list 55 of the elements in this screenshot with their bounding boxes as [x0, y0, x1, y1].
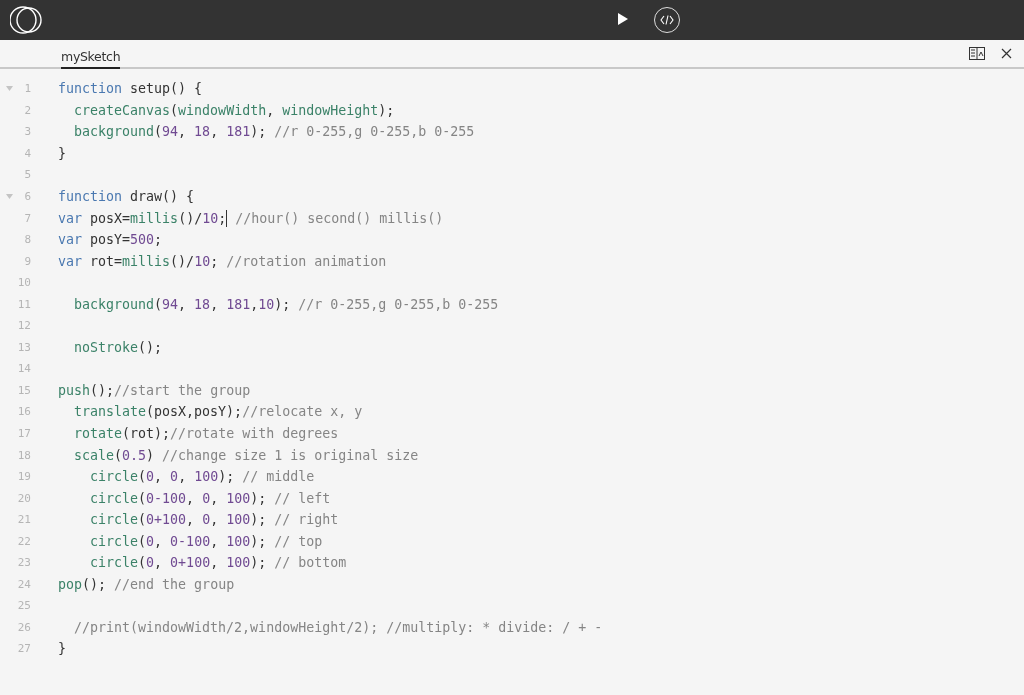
code-line: scale(0.5) //change size 1 is original size — [73, 447, 419, 463]
line-number: 5 — [23, 168, 31, 182]
code-line: createCanvas(windowWidth, windowHeight); — [73, 102, 395, 118]
code-line: pop(); //end the group — [58, 576, 235, 592]
line-number: 12 — [16, 319, 31, 333]
line-number: 1 — [23, 82, 31, 96]
line-number: 22 — [16, 534, 31, 548]
code-line: //print(windowWidth/2,windowHeight/2); //multiply: * divide: / + - — [73, 619, 603, 635]
code-line: circle(0, 0+100, 100); // bottom — [89, 555, 347, 571]
line-number: 11 — [16, 297, 31, 311]
line-number: 3 — [23, 125, 31, 139]
file-tab[interactable]: mySketch — [61, 49, 121, 69]
line-number: 15 — [16, 383, 31, 397]
code-line: circle(0+100, 0, 100); // right — [89, 512, 339, 528]
play-icon[interactable] — [617, 13, 629, 25]
code-line: background(94, 18, 181,10); //r 0-255,g 0-255,b 0-255 — [73, 296, 499, 312]
line-number: 19 — [16, 470, 31, 484]
code-line: circle(0, 0, 100); // middle — [89, 469, 315, 485]
line-number: 18 — [16, 448, 31, 462]
line-number: 20 — [16, 491, 31, 505]
code-line: push();//start the group — [58, 382, 251, 398]
line-number: 16 — [16, 405, 31, 419]
code-line: function setup() { — [58, 81, 203, 97]
close-icon[interactable] — [1001, 48, 1012, 59]
line-number: 2 — [23, 103, 31, 117]
code-line: var posX=millis()/10; //hour() second() millis() — [58, 209, 444, 227]
line-number: 9 — [23, 254, 31, 268]
line-number: 7 — [23, 211, 31, 225]
line-number: 27 — [16, 642, 31, 656]
line-number: 10 — [16, 276, 31, 290]
line-number: 17 — [16, 427, 31, 440]
line-number: 24 — [16, 577, 31, 591]
line-number: 23 — [16, 556, 31, 570]
line-number: 13 — [16, 340, 31, 354]
code-line: function draw() { — [58, 189, 195, 204]
preview-icon[interactable] — [969, 47, 985, 60]
line-number: 8 — [23, 233, 31, 247]
code-line: var posY=500; — [58, 232, 163, 248]
code-line: circle(0, 0-100, 100); // top — [89, 533, 323, 549]
code-line: circle(0-100, 0, 100); // left — [89, 490, 331, 506]
code-line: var rot=millis()/10; //rotation animation — [58, 253, 387, 269]
code-line: background(94, 18, 181); //r 0-255,g 0-255,b 0-255 — [73, 124, 475, 140]
code-icon — [660, 15, 674, 25]
logo-icon — [10, 5, 42, 35]
code-line: } — [58, 145, 66, 161]
line-number: 25 — [16, 599, 31, 613]
code-line: } — [58, 641, 66, 657]
code-line: translate(posX,posY);//relocate x, y — [73, 404, 363, 420]
line-number: 6 — [23, 190, 31, 203]
code-line: noStroke(); — [73, 339, 163, 355]
line-number: 4 — [23, 146, 31, 160]
line-number: 26 — [16, 620, 31, 634]
line-number: 14 — [16, 362, 31, 376]
code-line: rotate(rot);//rotate with degrees — [73, 426, 339, 441]
line-number: 21 — [16, 513, 31, 527]
